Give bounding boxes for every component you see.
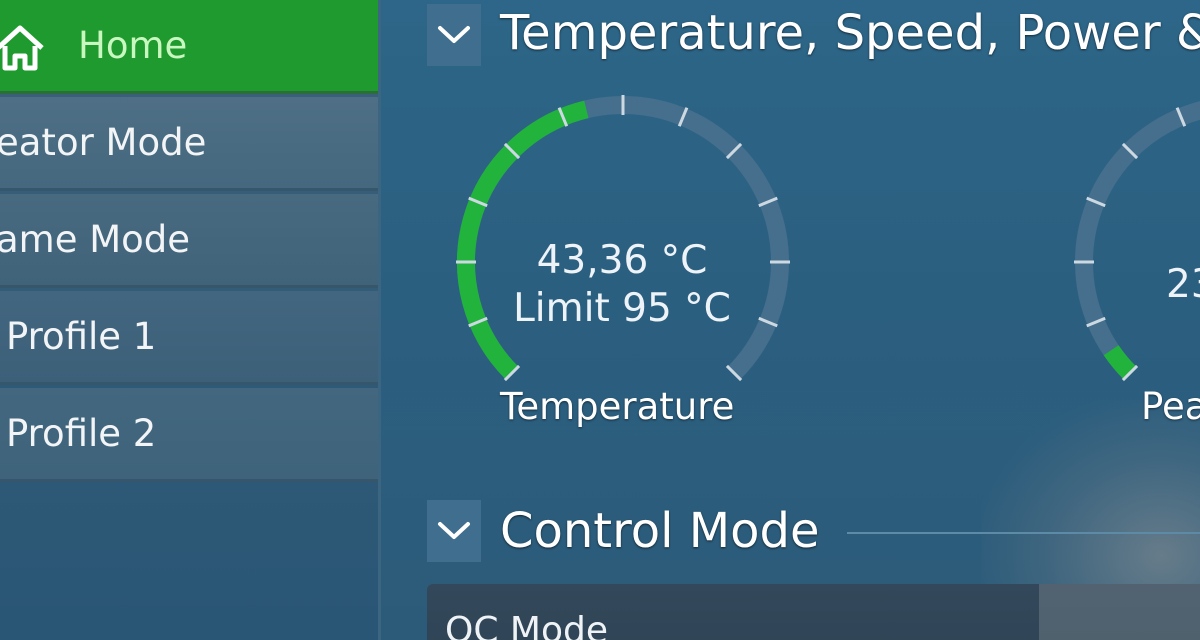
main-panel: Temperature, Speed, Power & 43,36 °C Lim… [381,0,1200,640]
sidebar: Home eator Mode ame Mode Profile 1 Profi… [0,0,381,640]
temperature-value: 43,36 °C [536,238,708,283]
sidebar-item-label: Profile 2 [6,412,157,455]
sidebar-item-label: Home [78,24,188,67]
gauge-fill [1103,345,1137,380]
control-mode-panel[interactable]: OC Mode [427,584,1200,640]
control-mode-value: OC Mode [445,610,609,640]
collapse-control-mode-button[interactable] [427,500,481,562]
temperature-limit: Limit 95 °C [513,286,731,331]
control-panel-overlay [1039,584,1200,640]
section-title-control-mode: Control Mode [500,503,820,559]
sidebar-item-creator-mode[interactable]: eator Mode [0,97,378,191]
second-gauge-value: 23 [1166,262,1200,307]
sidebar-item-home[interactable]: Home [0,0,378,94]
section-divider [847,532,1200,534]
sidebar-item-game-mode[interactable]: ame Mode [0,194,378,288]
gauge-track [1075,101,1200,380]
chevron-down-icon [438,522,470,539]
sidebar-item-label: ame Mode [0,218,191,261]
sidebar-item-profile-1[interactable]: Profile 1 [0,291,378,385]
second-gauge-label: Pea [1141,385,1200,428]
home-icon [0,25,44,71]
sidebar-item-label: Profile 1 [6,315,157,358]
temperature-gauge-label: Temperature [500,385,735,428]
sidebar-item-profile-2[interactable]: Profile 2 [0,388,378,482]
sidebar-item-label: eator Mode [0,121,207,164]
